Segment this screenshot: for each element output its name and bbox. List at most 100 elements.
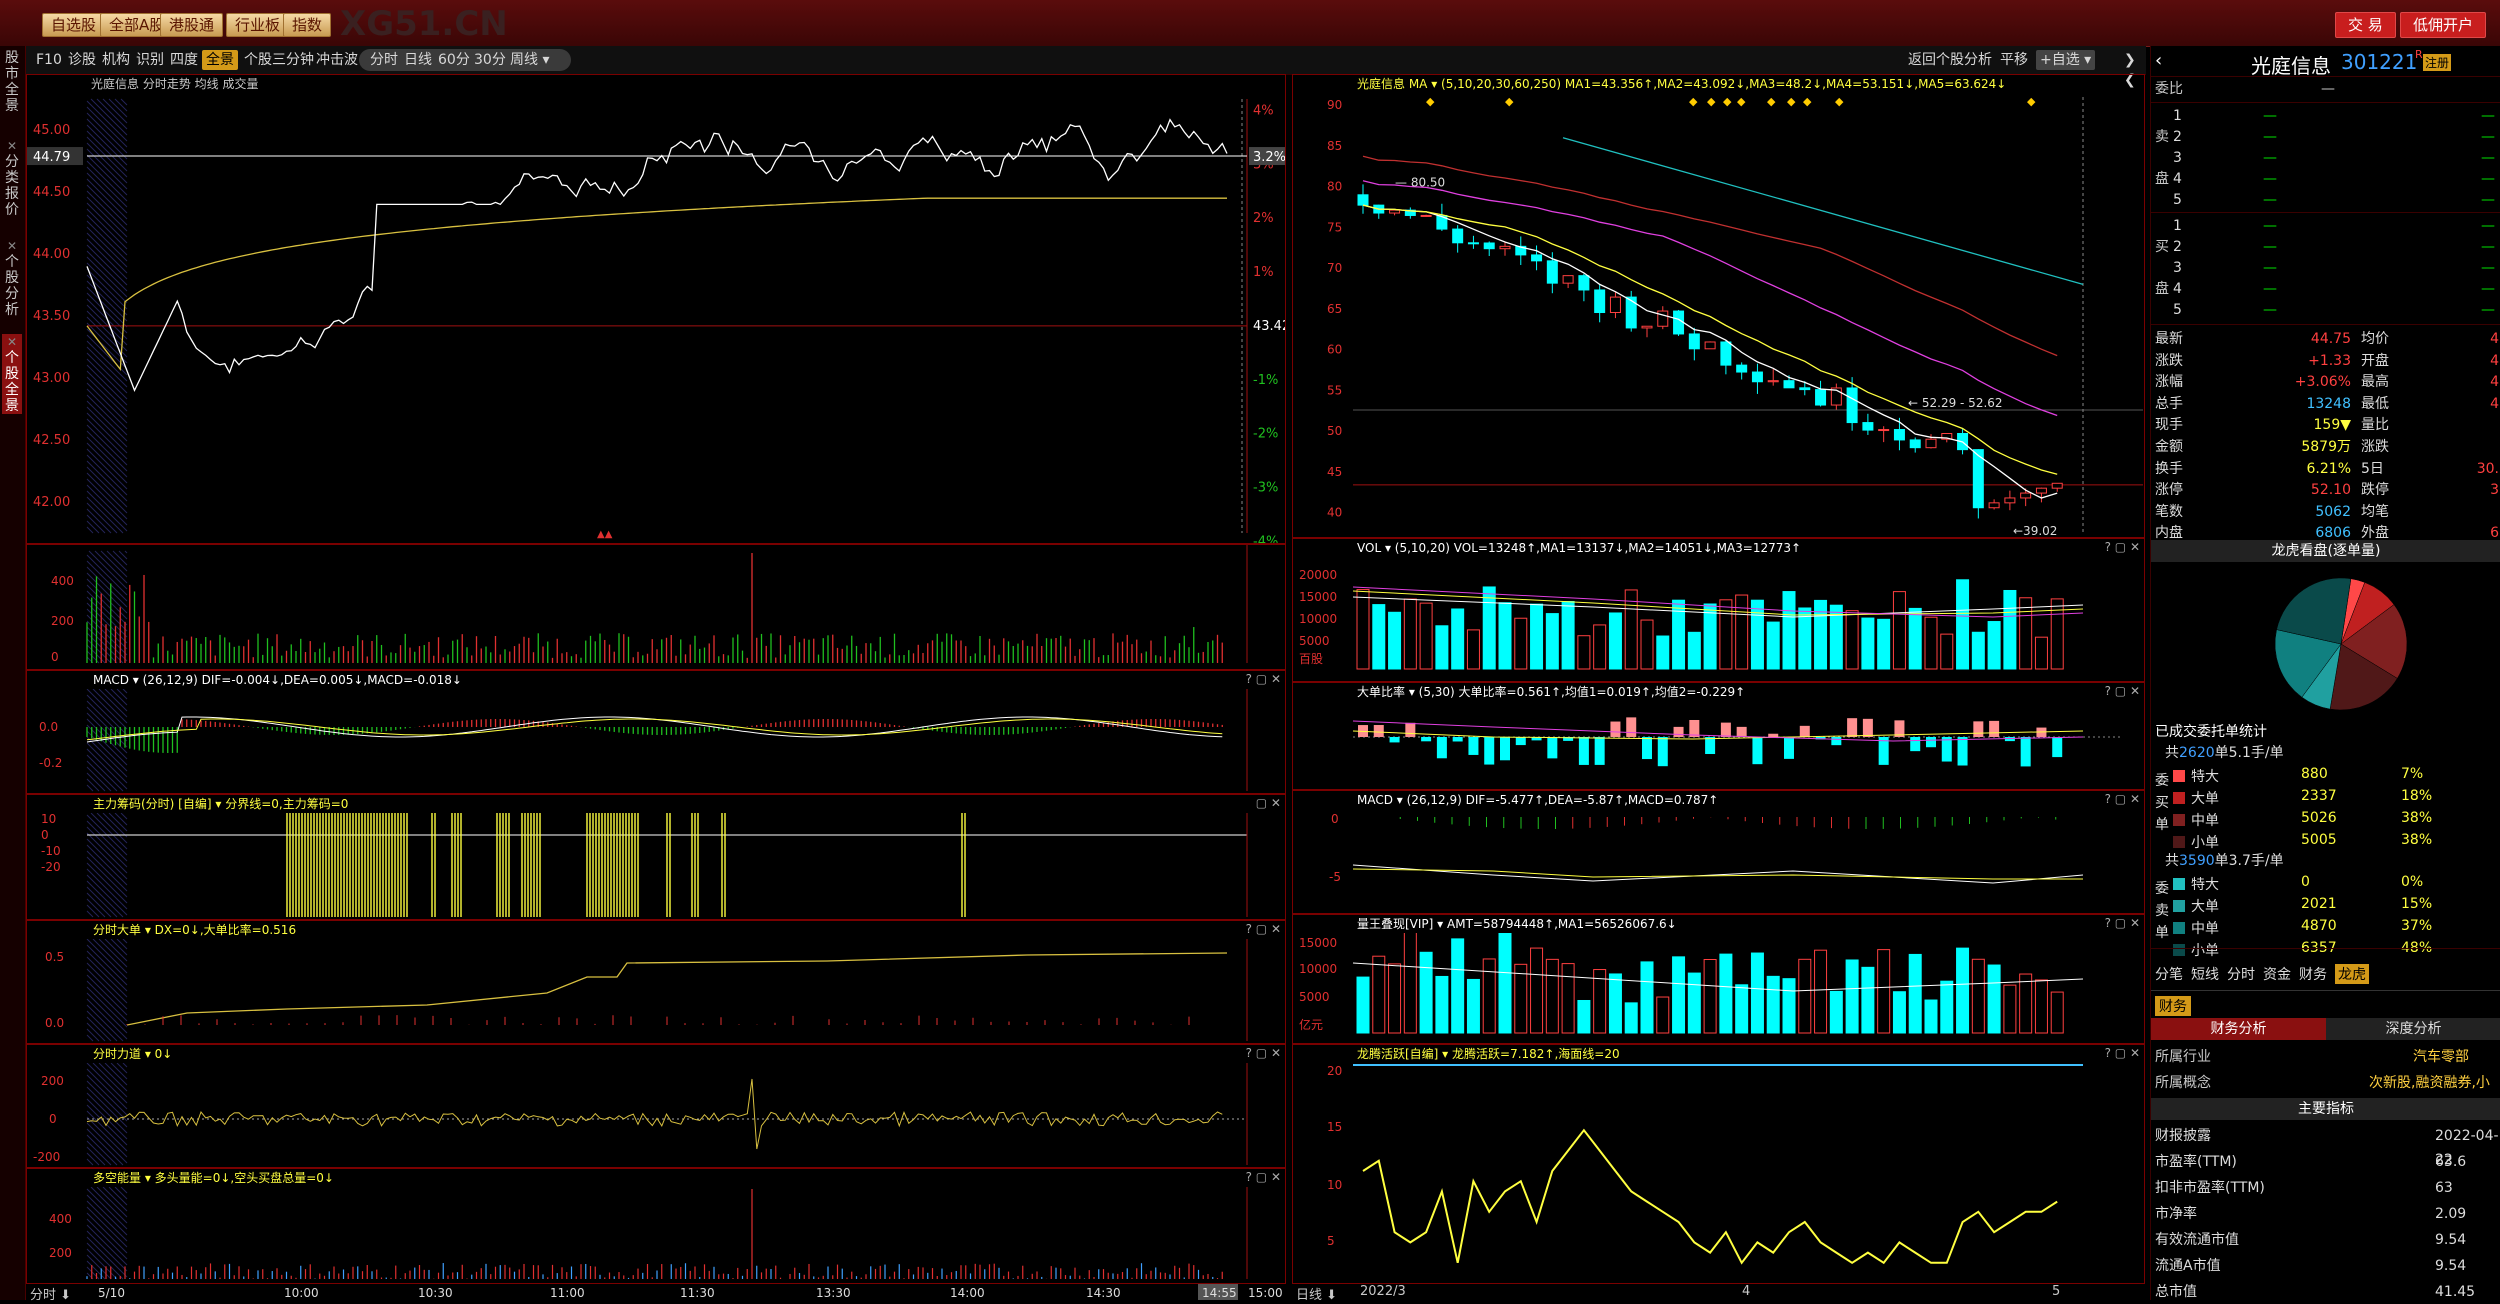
period-weekly[interactable]: 周线 ▾ [506, 50, 553, 70]
volume-bar [1561, 600, 1575, 670]
activity-chart[interactable]: 20 15 10 5 [1293, 1063, 2144, 1283]
quote-row: 最新 44.75 均价 4 [2151, 328, 2500, 350]
force-chart[interactable]: 200 0 -200 [27, 1063, 1285, 1167]
four-degree-tab[interactable]: 四度 [166, 50, 202, 70]
panel-controls[interactable]: ? ▢ ✕ [2105, 540, 2140, 554]
panel-controls[interactable]: ? ▢ ✕ [2105, 684, 2140, 698]
macd-intraday-chart[interactable]: 0.0 -0.2 [27, 689, 1285, 793]
volume-bar [1372, 604, 1386, 670]
auction-hatch [86, 760, 118, 792]
back-to-analysis-link[interactable]: 返回个股分析 [1904, 50, 1996, 70]
macd-daily-chart[interactable]: 0 -5 [1293, 809, 2144, 913]
right-tab-0[interactable]: 分笔 [2155, 964, 2183, 984]
quote-key2: 5日 [2361, 460, 2384, 477]
auction-hatch [86, 304, 128, 346]
stock-title-bar: ‹ 光庭信息 301221 R 注册 [2151, 46, 2500, 78]
long-short-chart[interactable]: 400 200 [27, 1187, 1285, 1283]
auction-hatch [86, 280, 128, 322]
finance-tab[interactable]: 财务 [2155, 996, 2191, 1016]
stats-name: 大单 [2191, 899, 2219, 915]
quote-value: 44.75 [2310, 331, 2351, 347]
auction-hatch [88, 550, 128, 590]
back-arrow-icon[interactable]: ‹ [2155, 50, 2162, 71]
r-mark: R [2415, 48, 2423, 61]
amount-chart[interactable]: 15000 10000 5000 亿元 [1293, 933, 2144, 1043]
volume-daily-chart[interactable]: 20000 15000 10000 5000 百股 [1293, 557, 2144, 681]
auction-hatch [86, 364, 128, 406]
close-icon[interactable]: ✕ [2, 138, 22, 154]
kline-chart[interactable]: 90 85 80 75 70 65 60 55 50 45 40 ◆ ◆ ◆ ◆ ◆ ◆ ◆ ◆ ◆ ◆ ◆ — 80.50… [1293, 93, 2144, 537]
auction-hatch [86, 244, 128, 286]
hk-connect-button[interactable]: 港股通 [160, 13, 224, 37]
panel-controls[interactable]: ? ▢ ✕ [2105, 792, 2140, 806]
panorama-tab[interactable]: 全景 [202, 50, 238, 70]
right-tab-4[interactable]: 财务 [2299, 964, 2327, 984]
f10-tab[interactable]: F10 [32, 50, 66, 70]
add-watchlist-button[interactable]: +自选 ▾ [2036, 50, 2096, 70]
candle-body [1420, 214, 1432, 217]
auction-hatch [86, 442, 128, 484]
shockwave-tab[interactable]: 冲击波 [312, 50, 362, 70]
activity-header: 龙腾活跃[自编] ▾ 龙腾活跃=7.182↑,海面线=20 [1357, 1047, 1620, 1061]
trade-button[interactable]: 交 易 [2335, 12, 2396, 38]
right-tab-3[interactable]: 资金 [2263, 964, 2291, 984]
panel-controls[interactable]: ? ▢ ✕ [1246, 672, 1281, 686]
period-30min[interactable]: 30分 [470, 50, 510, 70]
candle-body [1878, 429, 1890, 432]
event-diamond-icon: ◆ [2027, 95, 2036, 108]
panel-controls[interactable]: ? ▢ ✕ [1246, 922, 1281, 936]
period-60min[interactable]: 60分 [434, 50, 474, 70]
volume-bar [1545, 613, 1559, 670]
panel-controls[interactable]: ? ▢ ✕ [2105, 1046, 2140, 1060]
watchlist-button[interactable]: 自选股 [42, 13, 106, 37]
pie-title: 龙虎看盘(逐单量) [2151, 540, 2500, 562]
volume-bar [1845, 610, 1859, 670]
daily-axis-toggle[interactable]: 日线 ⬇ [1296, 1284, 1337, 1303]
finance-analysis-tab[interactable]: 财务分析 [2151, 1018, 2326, 1040]
institution-tab[interactable]: 机构 [98, 50, 134, 70]
auction-hatch [86, 490, 128, 532]
close-icon[interactable]: ✕ [2, 238, 22, 254]
quote-row: 涨停 52.10 跌停 3 [2151, 479, 2500, 501]
amount-bar [1561, 963, 1575, 1034]
intraday-price-chart[interactable]: 45.00 44.50 44.00 43.50 43.00 42.50 42.00 43.42… [27, 93, 1285, 543]
three-minute-tab[interactable]: 个股三分钟 [240, 50, 318, 70]
index-button[interactable]: 指数 [283, 13, 332, 37]
panel-controls[interactable]: ? ▢ ✕ [1246, 1046, 1281, 1060]
intraday-volume-chart[interactable]: 400 200 0 [27, 545, 1285, 669]
vtab-category-quote[interactable]: ✕ 分类报价 [2, 138, 22, 218]
dmacd-tick-label: 0 [1331, 812, 1339, 826]
vtab-stock-analysis[interactable]: ✕ 个股分析 [2, 238, 22, 318]
ratio-bar [1405, 722, 1416, 737]
diagnose-tab[interactable]: 诊股 [64, 50, 100, 70]
open-account-button[interactable]: 低佣开户 [2400, 12, 2487, 38]
vtab-market-overview[interactable]: 股市全景 [2, 50, 22, 114]
identify-tab[interactable]: 识别 [132, 50, 168, 70]
panel-controls[interactable]: ▢ ✕ [1256, 796, 1281, 810]
finance-value: 63 [2435, 1180, 2453, 1196]
force-tick-label: 0 [49, 1112, 57, 1126]
panel-controls[interactable]: ? ▢ ✕ [1246, 1170, 1281, 1184]
big-order-chart[interactable]: 0.5 0.0 [27, 939, 1285, 1043]
expand-icon[interactable]: ❯❮ [2120, 50, 2146, 88]
main-chips-chart[interactable]: 10 0 -10 -20 [27, 813, 1285, 919]
quote-key2: 开盘 [2361, 352, 2389, 369]
right-tab-1[interactable]: 短线 [2191, 964, 2219, 984]
finance-row: 总市值 41.45 [2151, 1280, 2500, 1304]
event-diamond-icon: ◆ [1803, 95, 1812, 108]
quote-value2: 4 [2490, 331, 2499, 347]
right-tab-5[interactable]: 龙虎 [2335, 964, 2369, 984]
period-daily[interactable]: 日线 [400, 50, 436, 70]
vtab-stock-panorama[interactable]: ✕ 个股全景 [2, 334, 22, 414]
close-icon[interactable]: ✕ [2, 334, 22, 350]
panel-controls[interactable]: ? ▢ ✕ [2105, 916, 2140, 930]
stats-side-label: 委 [2155, 773, 2169, 789]
deep-analysis-tab[interactable]: 深度分析 [2326, 1018, 2500, 1040]
auction-hatch [86, 974, 128, 1016]
pan-button[interactable]: 平移 [1996, 50, 2032, 70]
period-intraday[interactable]: 分时 [366, 50, 402, 70]
big-ratio-chart[interactable] [1293, 701, 2144, 789]
auction-hatch [86, 196, 128, 238]
sector-button[interactable]: 行业板 [226, 13, 290, 37]
right-tab-2[interactable]: 分时 [2227, 964, 2255, 984]
